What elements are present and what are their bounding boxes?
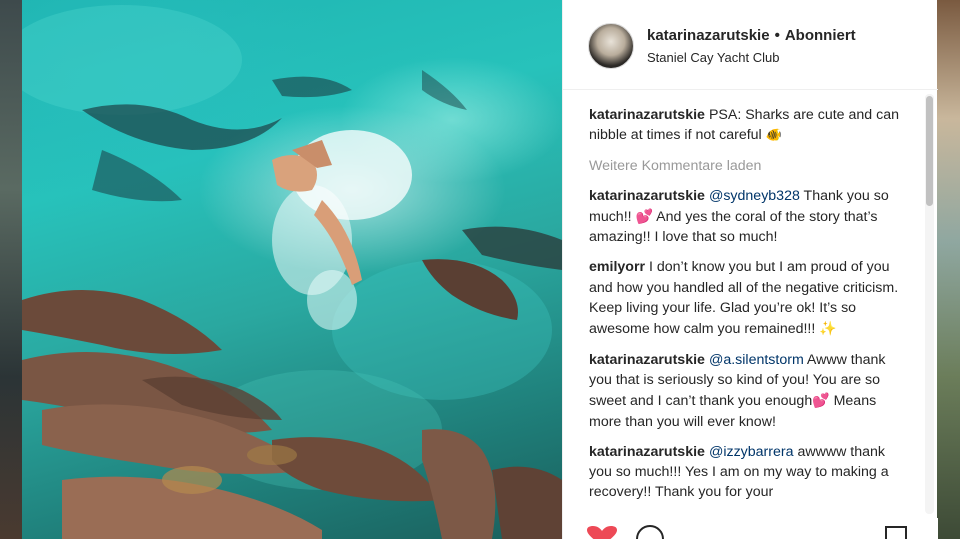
comment-username[interactable]: katarinazarutskie <box>589 444 705 460</box>
background-blur-left <box>0 0 22 539</box>
list-item: emilyorr I don’t know you but I am proud … <box>589 257 907 339</box>
comment-username[interactable]: katarinazarutskie <box>589 352 705 368</box>
post-header: katarinazarutskie • Abonniert Staniel Cay … <box>563 0 938 90</box>
bookmark-icon[interactable] <box>885 526 907 539</box>
location-link[interactable]: Staniel Cay Yacht Club <box>647 50 779 65</box>
list-item: katarinazarutskie @sydneyb328 Thank you s… <box>589 186 907 248</box>
list-item: katarinazarutskie @a.silentstorm Awww tha… <box>589 350 907 432</box>
comment-icon[interactable] <box>636 525 664 539</box>
heart-emoji: 💕 <box>812 392 830 409</box>
comments-list: katarinazarutskie PSA: Sharks are cute an… <box>589 105 907 513</box>
shark-scene <box>22 5 562 539</box>
header-separator: • <box>774 27 780 44</box>
comments-scrollbar-thumb[interactable] <box>926 96 933 206</box>
follow-status-button[interactable]: Abonniert <box>785 27 856 44</box>
header-user-line: katarinazarutskie • Abonniert <box>647 27 856 44</box>
header-username[interactable]: katarinazarutskie <box>647 27 770 44</box>
heart-icon[interactable] <box>587 526 617 539</box>
comment-username[interactable]: katarinazarutskie <box>589 188 705 204</box>
sparkles-emoji: ✨ <box>819 320 837 337</box>
heart-emoji: 💕 <box>635 207 653 224</box>
comment-username[interactable]: emilyorr <box>589 259 645 275</box>
post-actions-bar <box>563 518 938 539</box>
caption: katarinazarutskie PSA: Sharks are cute an… <box>589 105 907 146</box>
avatar[interactable] <box>588 23 634 69</box>
background-blur-right <box>937 0 960 539</box>
comment-mention[interactable]: @a.silentstorm <box>709 352 804 368</box>
post-photo[interactable] <box>22 0 562 539</box>
comment-mention[interactable]: @izzybarrera <box>709 444 794 460</box>
fish-emoji: 🐠 <box>765 127 782 143</box>
load-more-comments-button[interactable]: Weitere Kommentare laden <box>589 156 907 176</box>
comment-mention[interactable]: @sydneyb328 <box>709 188 800 204</box>
list-item: katarinazarutskie @izzybarrera awwww than… <box>589 442 907 503</box>
comment-username[interactable]: katarinazarutskie <box>589 107 705 123</box>
post-side-panel: katarinazarutskie • Abonniert Staniel Cay … <box>562 0 938 539</box>
